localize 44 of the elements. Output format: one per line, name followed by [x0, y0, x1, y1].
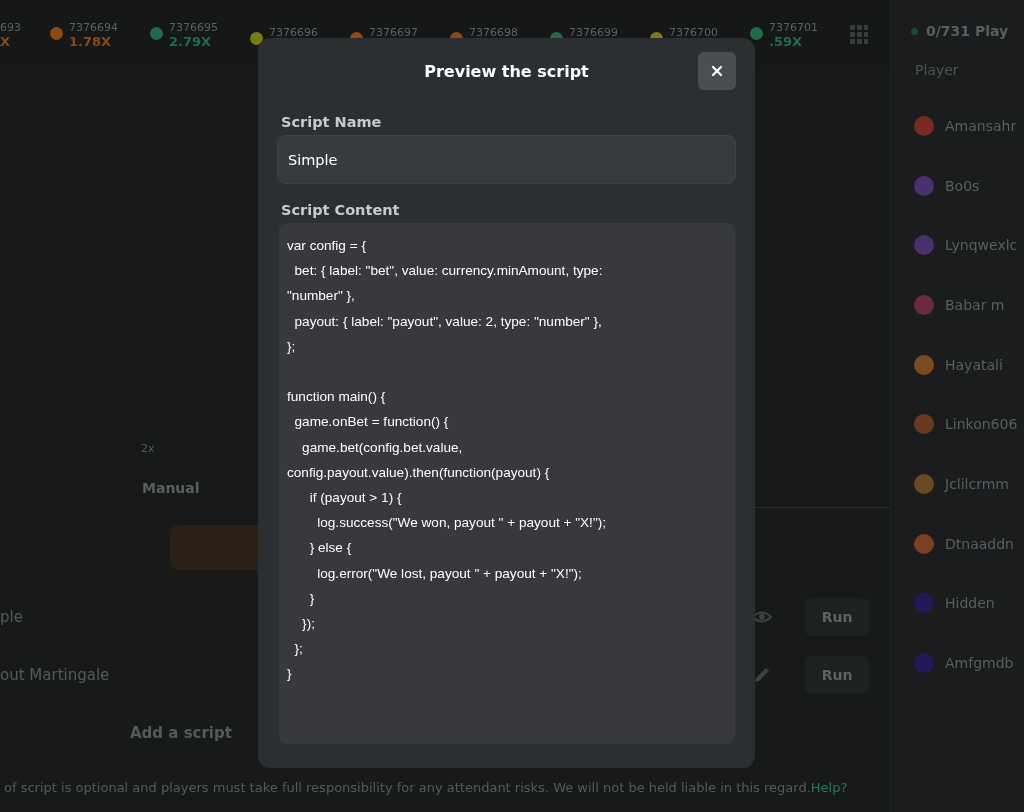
player-name: Bo0s — [945, 177, 980, 194]
run-button[interactable]: Run — [805, 656, 869, 694]
round-id: 7376696 — [269, 25, 318, 39]
field-label: Script Name — [280, 113, 382, 132]
bet-button[interactable] — [170, 525, 258, 570]
player-name: Amansahr — [945, 117, 1017, 134]
player-name: Dtnaaddn — [945, 535, 1014, 552]
close-button[interactable] — [698, 52, 736, 90]
grid-icon[interactable] — [850, 25, 868, 45]
round-multiplier: 2.79X — [169, 34, 213, 49]
round-multiplier: .59X — [769, 34, 804, 49]
close-icon — [711, 65, 723, 77]
script-name-field[interactable]: Simple — [277, 135, 736, 184]
round-id: 7376698 — [469, 25, 518, 39]
live-dot — [911, 27, 918, 35]
add-script-button[interactable]: Add a script — [130, 704, 232, 762]
round-id: 7376694 — [69, 21, 118, 34]
script-name: ple — [0, 608, 23, 626]
pencil-icon[interactable] — [752, 665, 772, 685]
round-id: 7376700 — [669, 25, 718, 39]
disclaimer-text: of script is optional and players must take full responsibility for any attendant risks. We will not be held liable in this regard. — [4, 779, 811, 795]
player-name: Jclilcrmm — [945, 475, 1009, 492]
mode-tab[interactable]: Manual — [142, 480, 200, 496]
round-id: 7376699 — [569, 25, 618, 39]
player-count: 0/731 Play — [926, 23, 1009, 39]
player-name: Hidden — [945, 595, 995, 612]
field-label: Script Content — [280, 201, 400, 220]
script-content-field[interactable]: var config = { bet: { label: "bet", value: currency.minAmount, type: "number" }, payout: { label: "payout", value: 2, type: "number" }, }; function main() { game.onBet = function() { game.bet(config.bet.value, config.payout.value).then(function(payout) { if (payout > 1) { log.success("We won, payout " + payout + "X!"); } else { log.error("We lost, payout " + payout + "X!"); } }); }; } — [279, 223, 735, 744]
multiplier-option[interactable]: 2x — [141, 442, 155, 455]
round-id: 693 — [0, 21, 21, 34]
script-name: out Martingale — [0, 666, 110, 684]
player-name: Hayatali — [945, 356, 1003, 373]
round-id: 7376701 — [769, 21, 818, 34]
player-name: Babar m — [945, 296, 1005, 313]
round-id: 7376695 — [169, 21, 218, 34]
round-multiplier: X — [0, 34, 12, 49]
round-multiplier: 1.78X — [69, 34, 113, 49]
round-id: 7376697 — [369, 25, 418, 39]
dialog-title: Preview the script — [424, 61, 589, 81]
player-name: Amfgmdb — [945, 655, 1014, 672]
help-link[interactable]: Help? — [810, 779, 848, 795]
player-name: Linkon606 — [945, 416, 1018, 433]
run-button[interactable]: Run — [805, 598, 869, 636]
player-name: Lynqwexlc — [945, 237, 1018, 254]
